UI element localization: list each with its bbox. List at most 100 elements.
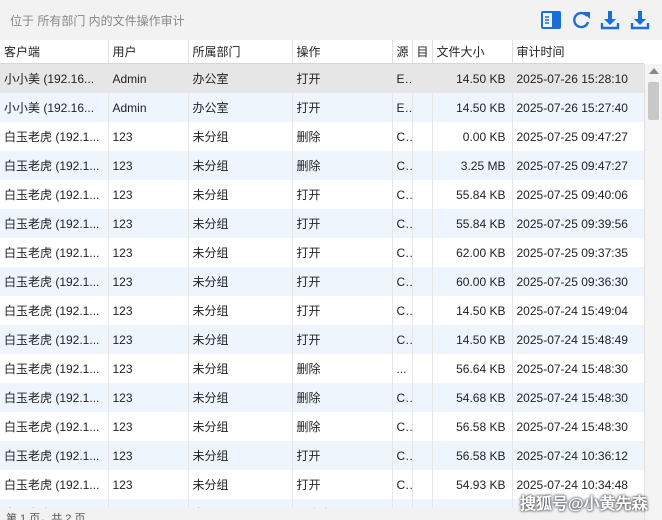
cell-department: 未分组 — [188, 209, 293, 238]
cell-audit-time: 2025-07-26 15:27:40 — [512, 93, 644, 122]
cell-operation: 删除 — [292, 354, 393, 383]
table-row[interactable]: 小小美 (192.16... Admin 办公室 打开 E.. 14.50 KB 2025-… — [0, 63, 644, 93]
cell-operation: 打开 — [292, 325, 393, 354]
cell-audit-time: 2025-07-24 15:49:04 — [512, 296, 644, 325]
cell-client: 白玉老虎 (192.1... — [0, 470, 109, 499]
vertical-scrollbar[interactable] — [644, 64, 662, 520]
cell-department: 办公室 — [188, 93, 293, 122]
cell-target — [412, 151, 433, 180]
table-row[interactable]: 白玉老虎 (192.1... 123 未分组 删除 C. 0.00 KB 2025-07-2… — [0, 122, 644, 151]
cell-client: 白玉老虎 (192.1... — [0, 383, 109, 412]
cell-target — [412, 238, 433, 267]
refresh-icon[interactable] — [570, 9, 592, 31]
cell-audit-time: 2025-07-24 15:48:30 — [512, 383, 644, 412]
cell-user: Admin — [108, 93, 189, 122]
table-row[interactable]: 白玉老虎 (192.1... 123 未分组 打开 C. 14.50 KB 2025-07-… — [0, 296, 644, 325]
toolbar: 位于 所有部门 内的文件操作审计 — [0, 0, 662, 40]
cell-client: 小小美 (192.16... — [0, 63, 109, 93]
cell-operation: 打开 — [292, 470, 393, 499]
table-row[interactable]: 白玉老虎 (192.1... 123 未分组 删除... 56.64 KB 2025-07… — [0, 354, 644, 383]
cell-user: Admin — [108, 63, 189, 93]
pagination-label: 第 1 页，共 2 页 — [6, 513, 86, 520]
columns-icon[interactable] — [540, 9, 562, 31]
cell-operation: 打开 — [292, 441, 393, 470]
cell-client: 白玉老虎 (192.1... — [0, 412, 109, 441]
cell-operation: 删除 — [292, 122, 393, 151]
cell-client: 小小美 (192.16... — [0, 93, 109, 122]
cell-audit-time: 2025-07-25 09:39:56 — [512, 209, 644, 238]
cell-source: C. — [392, 412, 413, 441]
cell-user: 123 — [108, 383, 189, 412]
table-row[interactable]: 白玉老虎 (192.1... 123 未分组 打开 C. 55.84 KB 2025-07-… — [0, 209, 644, 238]
cell-department: 未分组 — [188, 180, 293, 209]
column-header-department[interactable]: 所属部门 — [188, 40, 293, 64]
cell-source: C. — [392, 151, 413, 180]
cell-client: 白玉老虎 (192.1... — [0, 325, 109, 354]
cell-department: 未分组 — [188, 412, 293, 441]
column-header-operation[interactable]: 操作 — [292, 40, 393, 64]
column-header-user[interactable]: 用户 — [108, 40, 189, 64]
column-header-source[interactable]: 源 — [392, 40, 413, 64]
column-header-audit-time[interactable]: 审计时间 — [512, 40, 644, 64]
table-row[interactable]: 白玉老虎 (192.1... 123 未分组 打开 C. 55.84 KB 2025-07-… — [0, 180, 644, 209]
table-row[interactable]: 白玉老虎 (192.1... 123 未分组 打开 C. 14.50 KB 2025-07-… — [0, 325, 644, 354]
cell-file-size: 54.68 KB — [432, 383, 513, 412]
cell-source: E.. — [392, 63, 413, 93]
column-header-file-size[interactable]: 文件大小 — [432, 40, 513, 64]
cell-client: 白玉老虎 (192.1... — [0, 267, 109, 296]
download-icon[interactable] — [599, 9, 621, 31]
cell-source: C. — [392, 209, 413, 238]
cell-user: 123 — [108, 151, 189, 180]
cell-file-size: 0.00 KB — [432, 122, 513, 151]
cell-department: 未分组 — [188, 267, 293, 296]
cell-source: C. — [392, 238, 413, 267]
cell-file-size: 14.50 KB — [432, 93, 513, 122]
cell-audit-time: 2025-07-25 09:47:27 — [512, 122, 644, 151]
cell-file-size: 14.50 KB — [432, 63, 513, 93]
table-row[interactable]: 白玉老虎 (192.1... 123 未分组 打开 C. 62.00 KB 2025-07-… — [0, 238, 644, 267]
cell-department: 未分组 — [188, 122, 293, 151]
table-row[interactable]: 小小美 (192.16... Admin 办公室 打开 E.. 14.50 KB 2025-… — [0, 93, 644, 122]
scrollbar-thumb[interactable] — [648, 82, 659, 120]
cell-department: 办公室 — [188, 63, 293, 93]
cell-target — [412, 383, 433, 412]
cell-source: C. — [392, 122, 413, 151]
column-header-client[interactable]: 客户端 — [0, 40, 109, 64]
cell-department: 未分组 — [188, 470, 293, 499]
export-icon[interactable] — [629, 9, 651, 31]
table-row[interactable]: 白玉老虎 (192.1... 123 未分组 打开 C. 60.00 KB 2025-07-… — [0, 267, 644, 296]
cell-source: C. — [392, 296, 413, 325]
cell-operation: 删除 — [292, 151, 393, 180]
column-header-target[interactable]: 目 — [412, 40, 433, 64]
cell-operation: 打开 — [292, 267, 393, 296]
cell-target — [412, 122, 433, 151]
table-row[interactable]: 白玉老虎 (192.1... 123 未分组 打开 C. 56.58 KB 2025-07-… — [0, 441, 644, 470]
cell-user: 123 — [108, 209, 189, 238]
cell-operation: 打开 — [292, 296, 393, 325]
cell-user: 123 — [108, 470, 189, 499]
cell-source: C. — [392, 383, 413, 412]
cell-client: 白玉老虎 (192.1... — [0, 151, 109, 180]
cell-source: C. — [392, 267, 413, 296]
cell-audit-time: 2025-07-25 09:36:30 — [512, 267, 644, 296]
cell-file-size: 54.93 KB — [432, 470, 513, 499]
cell-file-size: 56.64 KB — [432, 354, 513, 383]
cell-target — [412, 470, 433, 499]
cell-file-size: 14.50 KB — [432, 325, 513, 354]
cell-audit-time: 2025-07-25 09:37:35 — [512, 238, 644, 267]
cell-source: C. — [392, 441, 413, 470]
cell-client: 白玉老虎 (192.1... — [0, 209, 109, 238]
cell-department: 未分组 — [188, 354, 293, 383]
cell-file-size: 56.58 KB — [432, 441, 513, 470]
scroll-up-arrow-icon[interactable] — [649, 68, 659, 74]
table-row[interactable]: 白玉老虎 (192.1... 123 未分组 删除 C. 56.58 KB 2025-07-… — [0, 412, 644, 441]
page-title: 位于 所有部门 内的文件操作审计 — [10, 14, 185, 28]
table-row[interactable]: 白玉老虎 (192.1... 123 未分组 删除 C. 3.25 MB 2025-07-2… — [0, 151, 644, 180]
cell-operation: 删除 — [292, 412, 393, 441]
cell-user: 123 — [108, 325, 189, 354]
cell-target — [412, 63, 433, 93]
table-row[interactable]: 白玉老虎 (192.1... 123 未分组 删除 C. 54.68 KB 2025-07-… — [0, 383, 644, 412]
cell-target — [412, 354, 433, 383]
cell-client: 白玉老虎 (192.1... — [0, 296, 109, 325]
cell-department: 未分组 — [188, 383, 293, 412]
